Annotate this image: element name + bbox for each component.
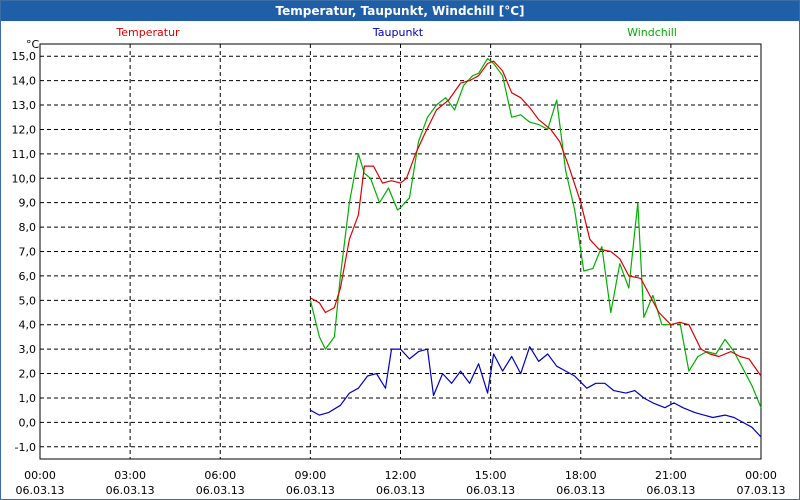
x-tick-time: 03:00 — [114, 469, 146, 482]
y-tick-label: 6,0 — [19, 270, 37, 283]
y-tick-label: 10,0 — [12, 172, 37, 185]
legend-taupunkt: Taupunkt — [372, 26, 424, 39]
y-tick-label: 7,0 — [19, 246, 37, 259]
x-tick-date: 06.03.13 — [16, 484, 65, 497]
y-tick-label: 8,0 — [19, 221, 37, 234]
y-tick-label: 14,0 — [12, 75, 37, 88]
x-tick-date: 06.03.13 — [376, 484, 425, 497]
x-tick-date: 06.03.13 — [556, 484, 605, 497]
x-tick-time: 00:00 — [24, 469, 56, 482]
y-tick-label: -1,0 — [15, 441, 36, 454]
y-tick-label: 3,0 — [19, 343, 37, 356]
x-tick-date: 06.03.13 — [646, 484, 695, 497]
legend-windchill: Windchill — [627, 26, 677, 39]
x-tick-time: 18:00 — [565, 469, 597, 482]
x-tick-time: 06:00 — [204, 469, 236, 482]
x-tick-date: 06.03.13 — [196, 484, 245, 497]
x-tick-date: 06.03.13 — [286, 484, 335, 497]
y-tick-label: 13,0 — [12, 99, 37, 112]
y-tick-label: 11,0 — [12, 148, 37, 161]
x-tick-date: 07.03.13 — [737, 484, 786, 497]
x-tick-time: 21:00 — [655, 469, 687, 482]
y-tick-label: 1,0 — [19, 392, 37, 405]
x-tick-time: 09:00 — [295, 469, 327, 482]
y-unit-label: °C — [26, 38, 40, 51]
x-tick-time: 12:00 — [385, 469, 417, 482]
y-tick-label: 9,0 — [19, 197, 37, 210]
x-tick-time: 15:00 — [475, 469, 507, 482]
x-tick-time: 00:00 — [745, 469, 777, 482]
chart-area: °C Temperatur Taupunkt Windchill 15,0 14,… — [12, 26, 786, 497]
x-tick-date: 06.03.13 — [106, 484, 155, 497]
legend-temperatur: Temperatur — [115, 26, 180, 39]
y-tick-label: 2,0 — [19, 368, 37, 381]
y-tick-label: 5,0 — [19, 294, 37, 307]
y-tick-label: 0,0 — [19, 416, 37, 429]
y-tick-label: 12,0 — [12, 123, 37, 136]
y-tick-label: 4,0 — [19, 319, 37, 332]
y-tick-label: 15,0 — [12, 50, 37, 63]
x-tick-date: 06.03.13 — [466, 484, 515, 497]
